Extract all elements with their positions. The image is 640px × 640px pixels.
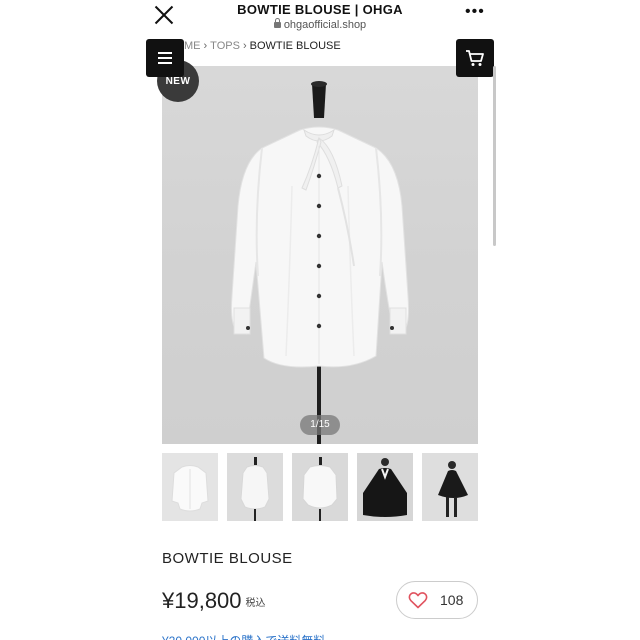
thumbnail-4[interactable] (357, 453, 413, 521)
heart-icon (408, 592, 428, 609)
breadcrumb: ME › TOPS › BOWTIE BLOUSE (184, 40, 341, 52)
url-bar[interactable]: ohgaofficial.shop (0, 18, 640, 31)
thumbnail-image (292, 453, 348, 521)
chevron-right-icon: › (242, 40, 247, 52)
cart-button[interactable] (456, 39, 494, 77)
lock-icon (273, 18, 281, 28)
more-options-icon[interactable]: ••• (465, 4, 485, 20)
breadcrumb-current: BOWTIE BLOUSE (249, 40, 341, 52)
price-row: ¥19,800 税込 (162, 588, 266, 614)
thumbnail-1[interactable] (162, 453, 218, 521)
thumbnail-image (162, 453, 218, 521)
product-price: ¥19,800 (162, 588, 242, 613)
menu-button[interactable] (146, 39, 184, 77)
page-scrollbar[interactable] (493, 66, 496, 246)
hamburger-icon (158, 52, 172, 54)
thumbnail-2[interactable] (227, 453, 283, 521)
thumbnail-3[interactable] (292, 453, 348, 521)
thumbnail-5[interactable] (422, 453, 478, 521)
like-count: 108 (440, 592, 464, 608)
product-main-image[interactable] (162, 66, 478, 444)
breadcrumb-home[interactable]: ME (184, 40, 201, 52)
like-button[interactable]: 108 (396, 581, 478, 619)
breadcrumb-tops[interactable]: TOPS (210, 40, 240, 52)
tax-label: 税込 (245, 598, 266, 609)
thumbnail-image (227, 453, 283, 521)
browser-header: BOWTIE BLOUSE | OHGA ohgaofficial.shop •… (0, 0, 640, 36)
url-text: ohgaofficial.shop (283, 19, 367, 31)
chevron-right-icon: › (203, 40, 208, 52)
thumbnail-image (357, 453, 413, 521)
image-pager: 1/15 (300, 415, 340, 435)
product-name: BOWTIE BLOUSE (162, 550, 293, 567)
thumbnail-strip (162, 453, 478, 521)
page-title: BOWTIE BLOUSE | OHGA (237, 2, 403, 17)
cart-icon (466, 50, 484, 66)
blouse-on-mannequin-image (231, 81, 409, 444)
thumbnail-image (422, 453, 478, 521)
free-shipping-link[interactable]: ¥20,000以上の購入で送料無料 (162, 632, 325, 640)
